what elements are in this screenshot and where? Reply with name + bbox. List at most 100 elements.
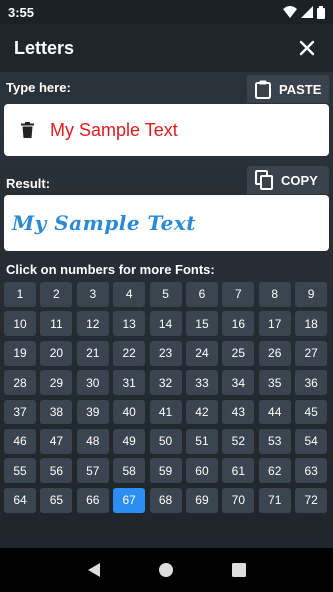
font-number-45[interactable]: 45 — [295, 399, 328, 425]
font-number-26[interactable]: 26 — [258, 340, 291, 366]
font-number-5[interactable]: 5 — [149, 282, 182, 307]
font-number-32[interactable]: 32 — [149, 370, 182, 395]
font-number-64[interactable]: 64 — [4, 487, 36, 513]
font-number-47[interactable]: 47 — [40, 428, 73, 454]
font-number-8[interactable]: 8 — [258, 282, 291, 307]
font-number-41[interactable]: 41 — [149, 399, 182, 425]
font-number-68[interactable]: 68 — [149, 487, 182, 513]
font-number-69[interactable]: 69 — [185, 487, 218, 513]
font-number-59[interactable]: 59 — [149, 458, 182, 484]
font-number-36[interactable]: 36 — [295, 370, 328, 395]
font-number-61[interactable]: 61 — [222, 458, 255, 484]
status-icons — [283, 5, 325, 19]
font-number-38[interactable]: 38 — [40, 399, 73, 425]
font-number-60[interactable]: 60 — [185, 458, 218, 484]
result-text: My Sample Text — [12, 211, 197, 235]
font-number-10[interactable]: 10 — [4, 311, 36, 337]
clipboard-icon — [255, 80, 271, 99]
font-number-1[interactable]: 1 — [4, 282, 36, 307]
font-number-35[interactable]: 35 — [258, 370, 291, 395]
copy-button[interactable]: COPY — [247, 166, 329, 194]
font-number-22[interactable]: 22 — [113, 340, 146, 366]
font-number-2[interactable]: 2 — [40, 282, 73, 307]
font-number-30[interactable]: 30 — [76, 370, 109, 395]
font-number-29[interactable]: 29 — [40, 370, 73, 395]
font-number-16[interactable]: 16 — [222, 311, 255, 337]
font-number-53[interactable]: 53 — [258, 428, 291, 454]
paste-button[interactable]: PASTE — [247, 75, 329, 103]
font-number-67[interactable]: 67 — [113, 487, 146, 513]
main-content: Type here: PASTE My Sample Text Result: … — [0, 72, 333, 548]
status-bar: 3:55 — [0, 0, 333, 24]
font-number-7[interactable]: 7 — [222, 282, 255, 307]
trash-icon — [20, 122, 34, 138]
font-number-44[interactable]: 44 — [258, 399, 291, 425]
font-number-24[interactable]: 24 — [185, 340, 218, 366]
wifi-icon — [283, 6, 297, 18]
font-number-34[interactable]: 34 — [222, 370, 255, 395]
font-number-9[interactable]: 9 — [295, 282, 328, 307]
font-number-28[interactable]: 28 — [4, 370, 36, 395]
text-input[interactable]: My Sample Text — [50, 120, 178, 141]
app-title: Letters — [14, 37, 75, 58]
font-number-20[interactable]: 20 — [40, 340, 73, 366]
font-number-21[interactable]: 21 — [76, 340, 109, 366]
font-number-13[interactable]: 13 — [113, 311, 146, 337]
font-number-71[interactable]: 71 — [258, 487, 291, 513]
home-icon — [159, 563, 174, 577]
font-number-48[interactable]: 48 — [76, 428, 109, 454]
font-number-25[interactable]: 25 — [222, 340, 255, 366]
font-number-11[interactable]: 11 — [40, 311, 73, 337]
close-icon — [299, 40, 315, 56]
font-number-52[interactable]: 52 — [222, 428, 255, 454]
font-number-62[interactable]: 62 — [258, 458, 291, 484]
font-number-17[interactable]: 17 — [258, 311, 291, 337]
font-number-42[interactable]: 42 — [185, 399, 218, 425]
font-number-54[interactable]: 54 — [295, 428, 328, 454]
font-number-33[interactable]: 33 — [185, 370, 218, 395]
font-number-63[interactable]: 63 — [295, 458, 328, 484]
copy-label: COPY — [281, 172, 318, 188]
font-number-18[interactable]: 18 — [295, 311, 328, 337]
font-number-49[interactable]: 49 — [113, 428, 146, 454]
font-number-39[interactable]: 39 — [76, 399, 109, 425]
font-number-37[interactable]: 37 — [4, 399, 36, 425]
close-button[interactable] — [295, 36, 319, 60]
font-number-58[interactable]: 58 — [113, 458, 146, 484]
font-number-6[interactable]: 6 — [185, 282, 218, 307]
font-number-4[interactable]: 4 — [113, 282, 146, 307]
font-number-19[interactable]: 19 — [4, 340, 36, 366]
result-box: My Sample Text — [4, 195, 329, 251]
font-number-55[interactable]: 55 — [4, 458, 36, 484]
font-number-grid: 1 2 3 4 5 6 7 8 9 10 11 12 13 14 15 16 17 18 19 20 21 22 23 24 2… — [4, 282, 329, 513]
font-number-43[interactable]: 43 — [222, 399, 255, 425]
font-number-72[interactable]: 72 — [295, 487, 328, 513]
back-button[interactable] — [82, 558, 106, 582]
recents-button[interactable] — [227, 558, 251, 582]
font-number-70[interactable]: 70 — [222, 487, 255, 513]
font-number-3[interactable]: 3 — [76, 282, 109, 307]
navigation-bar — [0, 548, 333, 592]
font-number-27[interactable]: 27 — [295, 340, 328, 366]
result-label: Result: — [6, 176, 51, 191]
font-number-40[interactable]: 40 — [113, 399, 146, 425]
font-number-31[interactable]: 31 — [113, 370, 146, 395]
delete-button[interactable] — [4, 122, 50, 138]
font-number-46[interactable]: 46 — [4, 428, 36, 454]
font-number-23[interactable]: 23 — [149, 340, 182, 366]
font-number-50[interactable]: 50 — [149, 428, 182, 454]
font-number-51[interactable]: 51 — [185, 428, 218, 454]
home-button[interactable] — [154, 558, 178, 582]
type-here-label: Type here: — [6, 80, 71, 95]
font-number-66[interactable]: 66 — [76, 487, 109, 513]
font-number-14[interactable]: 14 — [149, 311, 182, 337]
text-input-box[interactable]: My Sample Text — [4, 104, 329, 156]
font-number-57[interactable]: 57 — [76, 458, 109, 484]
font-number-56[interactable]: 56 — [40, 458, 73, 484]
font-number-15[interactable]: 15 — [185, 311, 218, 337]
fonts-label: Click on numbers for more Fonts: — [6, 262, 215, 277]
font-number-12[interactable]: 12 — [76, 311, 109, 337]
status-time: 3:55 — [8, 4, 35, 20]
back-icon — [88, 563, 101, 577]
font-number-65[interactable]: 65 — [40, 487, 73, 513]
